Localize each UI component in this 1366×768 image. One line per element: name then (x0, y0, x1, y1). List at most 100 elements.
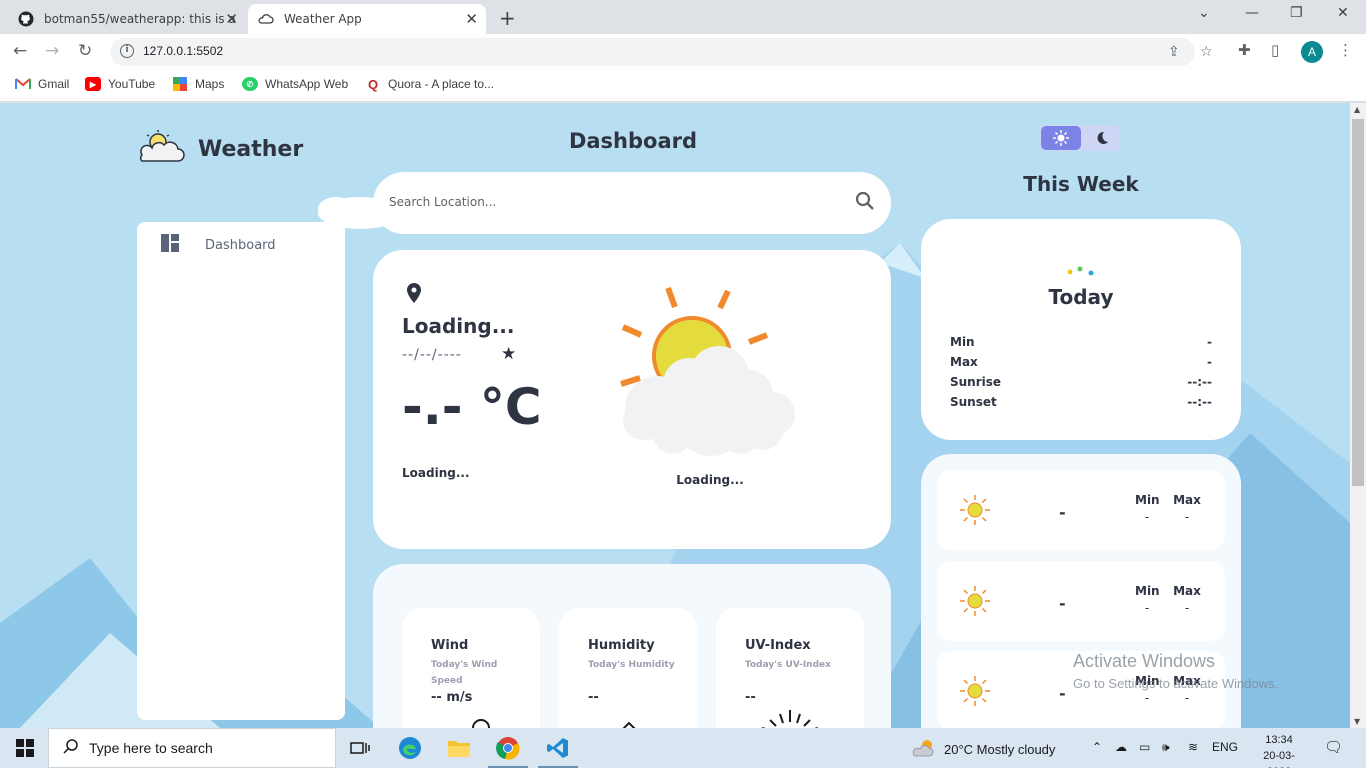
bookmarks-bar: Gmail ▶ YouTube Maps ✆ WhatsApp Web Q Qu… (0, 70, 1366, 102)
brand[interactable]: Weather (136, 129, 303, 169)
profile-avatar[interactable]: A (1301, 41, 1323, 63)
github-icon (18, 11, 34, 27)
show-hidden-icons-icon[interactable]: ⌃ (1092, 740, 1102, 754)
browser-toolbar: ← → ↻ i 127.0.0.1:5502 ⇪ ☆ ✚ ▯ A ⋮ (0, 34, 1366, 70)
share-icon[interactable]: ⇪ (1168, 44, 1180, 60)
taskbar-weather[interactable]: 20°C Mostly cloudy (912, 738, 1055, 761)
theme-toggle[interactable] (1040, 125, 1120, 151)
highlight-title: Humidity (588, 638, 655, 653)
task-view-icon[interactable] (346, 734, 374, 762)
forecast-day[interactable]: - Min Max - - (937, 561, 1225, 641)
favorite-star-icon[interactable]: ★ (501, 344, 516, 364)
bookmark-maps[interactable]: Maps (172, 77, 224, 91)
humidity-drop-icon (619, 718, 639, 728)
taskbar-search[interactable]: Type here to search (48, 728, 336, 768)
tab-search-icon[interactable]: ⌄ (1198, 5, 1210, 21)
site-info-icon[interactable]: i (120, 44, 134, 58)
max-value: - (1184, 691, 1190, 705)
search-icon[interactable] (855, 191, 875, 215)
bookmark-whatsapp[interactable]: ✆ WhatsApp Web (242, 77, 348, 91)
bookmark-star-icon[interactable]: ☆ (1200, 44, 1213, 60)
min-value: - (1144, 510, 1150, 524)
search-bar[interactable]: Search Location... (373, 172, 891, 234)
wifi-icon[interactable]: ≋ (1188, 740, 1198, 754)
today-card: Today Min - Max - Sunrise --:-- Sunset -… (921, 219, 1241, 440)
max-label: Max (1173, 584, 1201, 598)
edge-icon[interactable] (396, 734, 424, 762)
location-pin-icon (405, 282, 423, 308)
close-window-icon[interactable]: ✕ (1337, 5, 1349, 21)
day-name: - (1059, 503, 1066, 522)
uv-index-highlight: UV-Index Today's UV-Index -- (716, 608, 864, 728)
highlight-title: Wind (431, 638, 469, 653)
min-value: - (1144, 601, 1150, 615)
chrome-icon[interactable] (494, 734, 522, 762)
scrollbar-thumb[interactable] (1352, 119, 1364, 486)
max-value: - (1184, 601, 1190, 615)
new-tab-icon[interactable]: + (499, 6, 516, 30)
bookmark-gmail[interactable]: Gmail (15, 77, 69, 91)
scroll-up-icon[interactable]: ▲ (1354, 105, 1360, 114)
windows-taskbar: Type here to search 20°C Mostly cloudy ⌃… (0, 728, 1366, 768)
battery-icon[interactable]: ▭ (1139, 740, 1150, 754)
max-label: Max (1173, 493, 1201, 507)
bookmark-youtube[interactable]: ▶ YouTube (85, 77, 155, 91)
reload-icon[interactable]: ↻ (78, 41, 92, 61)
clock-date: 20-03-2023 (1263, 750, 1295, 768)
volume-icon[interactable]: 🕪 (1162, 740, 1170, 755)
activate-windows-watermark: Activate Windows Go to Settings to activ… (1073, 651, 1279, 691)
file-explorer-icon[interactable] (445, 734, 473, 762)
taskbar-search-input[interactable]: Type here to search (89, 740, 213, 756)
dashboard-icon (161, 234, 179, 256)
side-panel-icon[interactable]: ▯ (1271, 41, 1279, 59)
page-title: Dashboard (568, 129, 698, 153)
minimize-icon[interactable]: — (1245, 5, 1259, 21)
extensions-icon[interactable]: ✚ (1238, 41, 1251, 59)
notifications-icon[interactable]: 🗨 (1324, 738, 1343, 756)
sidebar-item-dashboard[interactable]: Dashboard (161, 234, 276, 256)
forecast-day[interactable]: - Min Max - - (937, 470, 1225, 550)
highlight-value: -- (745, 690, 756, 705)
max-value: - (1184, 510, 1190, 524)
vscode-icon[interactable] (544, 734, 572, 762)
highlights-card: Wind Today's Wind Speed -- m/s Humidity … (373, 564, 891, 728)
tab-weather-app[interactable]: Weather App ✕ (248, 4, 486, 34)
search-input[interactable]: Search Location... (389, 195, 496, 209)
weather-description: Loading... (402, 466, 470, 480)
taskbar-clock[interactable]: 13:34 20-03-2023 (1255, 732, 1303, 768)
maps-icon (172, 77, 188, 91)
tab-title: Weather App (284, 12, 362, 26)
close-tab-icon[interactable]: ✕ (465, 10, 478, 28)
sun-icon (959, 675, 991, 711)
restore-icon[interactable]: ❐ (1290, 5, 1303, 21)
youtube-icon: ▶ (85, 77, 101, 91)
onedrive-cloud-icon[interactable]: ☁ (1115, 740, 1127, 754)
sun-icon (959, 494, 991, 530)
light-mode-sun-icon[interactable] (1041, 126, 1081, 150)
highlight-subtitle: Today's UV-Index (745, 660, 831, 670)
page-scrollbar[interactable]: ▲ ▼ (1350, 103, 1366, 728)
sun-icon (959, 585, 991, 621)
gmail-icon (15, 77, 31, 91)
weather-app-page: Weather Dashboard Dashboard Search Locat… (0, 103, 1350, 728)
sun-cloud-illustration-icon (613, 280, 813, 464)
close-tab-icon[interactable]: ✕ (225, 10, 238, 28)
language-indicator[interactable]: ENG (1212, 740, 1238, 754)
day-name: - (1059, 684, 1066, 703)
cloudy-weather-icon (912, 738, 938, 761)
dark-mode-moon-icon[interactable] (1084, 126, 1120, 150)
humidity-highlight: Humidity Today's Humidity -- (559, 608, 697, 728)
clock-time: 13:34 (1265, 734, 1293, 746)
sidebar-item-label: Dashboard (205, 237, 276, 253)
bookmark-quora[interactable]: Q Quora - A place to... (365, 77, 494, 92)
tab-github[interactable]: botman55/weatherapp: this is a w ✕ (8, 4, 246, 34)
windows-start-icon[interactable] (11, 734, 39, 762)
forward-icon[interactable]: → (45, 41, 59, 61)
week-title: This Week (1023, 172, 1139, 196)
wind-gauge-icon (470, 716, 492, 728)
taskbar-weather-text: 20°C Mostly cloudy (944, 742, 1056, 757)
back-icon[interactable]: ← (13, 41, 27, 61)
address-bar[interactable]: i 127.0.0.1:5502 ⇪ ☆ (110, 38, 1213, 66)
scroll-down-icon[interactable]: ▼ (1354, 717, 1360, 726)
menu-icon[interactable]: ⋮ (1338, 41, 1353, 59)
